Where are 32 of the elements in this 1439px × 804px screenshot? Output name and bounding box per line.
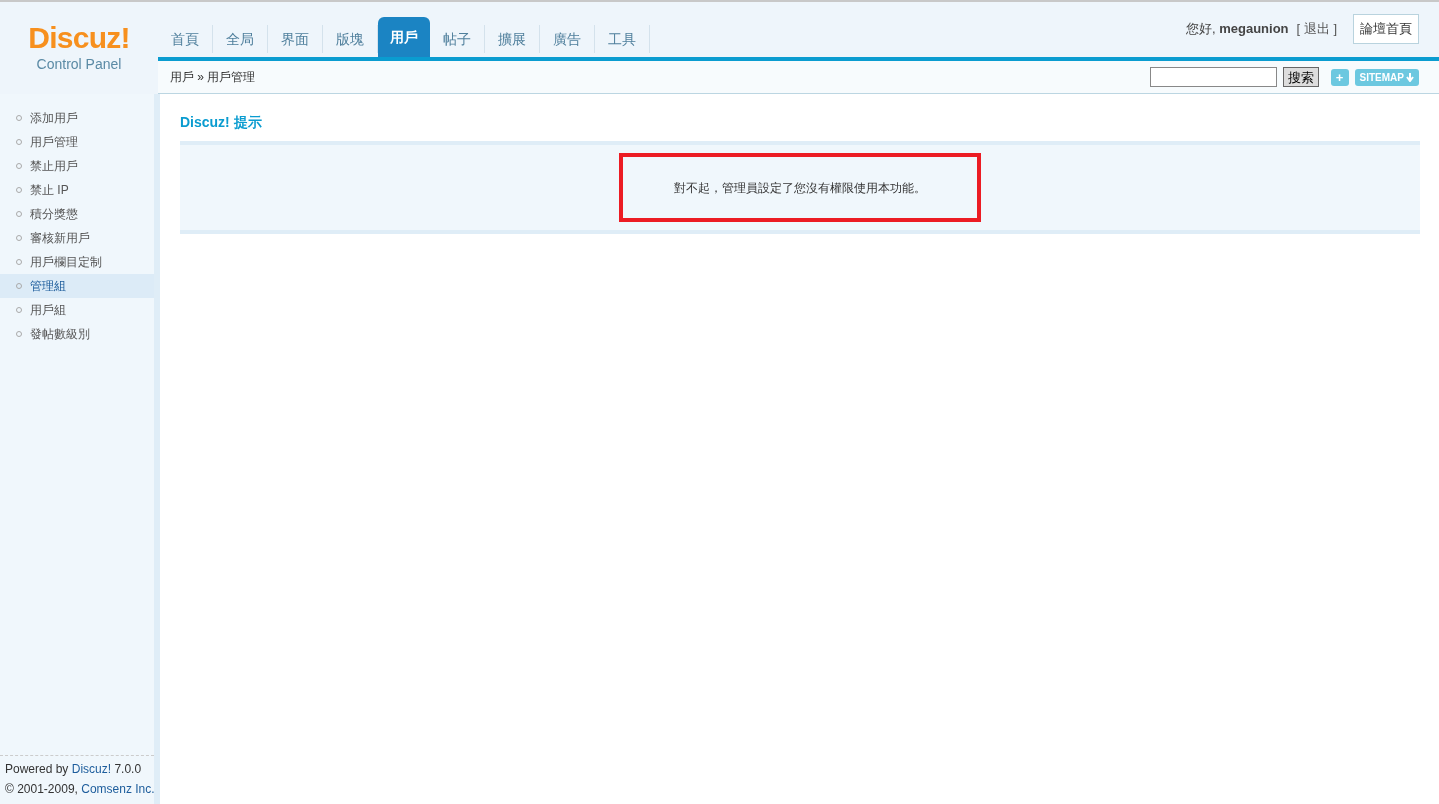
logo-wordmark: Discuz! (28, 22, 130, 54)
nav-tab[interactable]: 首頁 (158, 25, 213, 53)
product-link[interactable]: Discuz! (71, 762, 112, 776)
sidebar-item[interactable]: 管理組 (0, 274, 154, 298)
search-field[interactable] (1149, 67, 1277, 87)
company-link[interactable]: Comsenz Inc. (81, 782, 155, 796)
sidebar-item[interactable]: 用戶組 (0, 298, 154, 322)
breadcrumb: 用戶 » 用戶管理 (170, 69, 256, 86)
sidebar-item[interactable]: 用戶管理 (0, 130, 154, 154)
nav-tab[interactable]: 廣告 (540, 25, 595, 53)
nav-tab[interactable]: 全局 (213, 25, 268, 53)
sidebar-item[interactable]: 禁止用戶 (0, 154, 154, 178)
search-button[interactable]: 搜索 (1282, 67, 1319, 87)
notice-message: 對不起，管理員設定了您沒有權限使用本功能。 (674, 179, 926, 197)
powered-by-text: Powered by Discuz! 7.0.0 (5, 761, 143, 778)
sidebar-item[interactable]: 添加用戶 (0, 106, 154, 130)
notice-title: Discuz! 提示 (180, 113, 263, 132)
sidebar-item[interactable]: 審核新用戶 (0, 226, 154, 250)
nav-tab[interactable]: 擴展 (485, 25, 540, 53)
sidebar-item[interactable]: 積分獎懲 (0, 202, 154, 226)
logo-subtitle: Control Panel (36, 55, 122, 74)
sidebar-item[interactable]: 禁止 IP (0, 178, 154, 202)
sidebar-item[interactable]: 發帖數級別 (0, 322, 154, 346)
sidebar-item[interactable]: 用戶欄目定制 (0, 250, 154, 274)
forum-home-button[interactable]: 論壇首頁 (1353, 14, 1419, 44)
greeting-text: 您好, megaunion (1185, 20, 1289, 39)
nav-tab[interactable]: 用戶 (378, 17, 430, 57)
logout-link[interactable]: [ 退出 ] (1296, 19, 1337, 39)
nav-tab[interactable]: 帖子 (430, 25, 485, 53)
nav-tab[interactable]: 界面 (268, 25, 323, 53)
nav-tab[interactable]: 工具 (595, 25, 650, 53)
down-arrow-icon (1406, 72, 1414, 82)
